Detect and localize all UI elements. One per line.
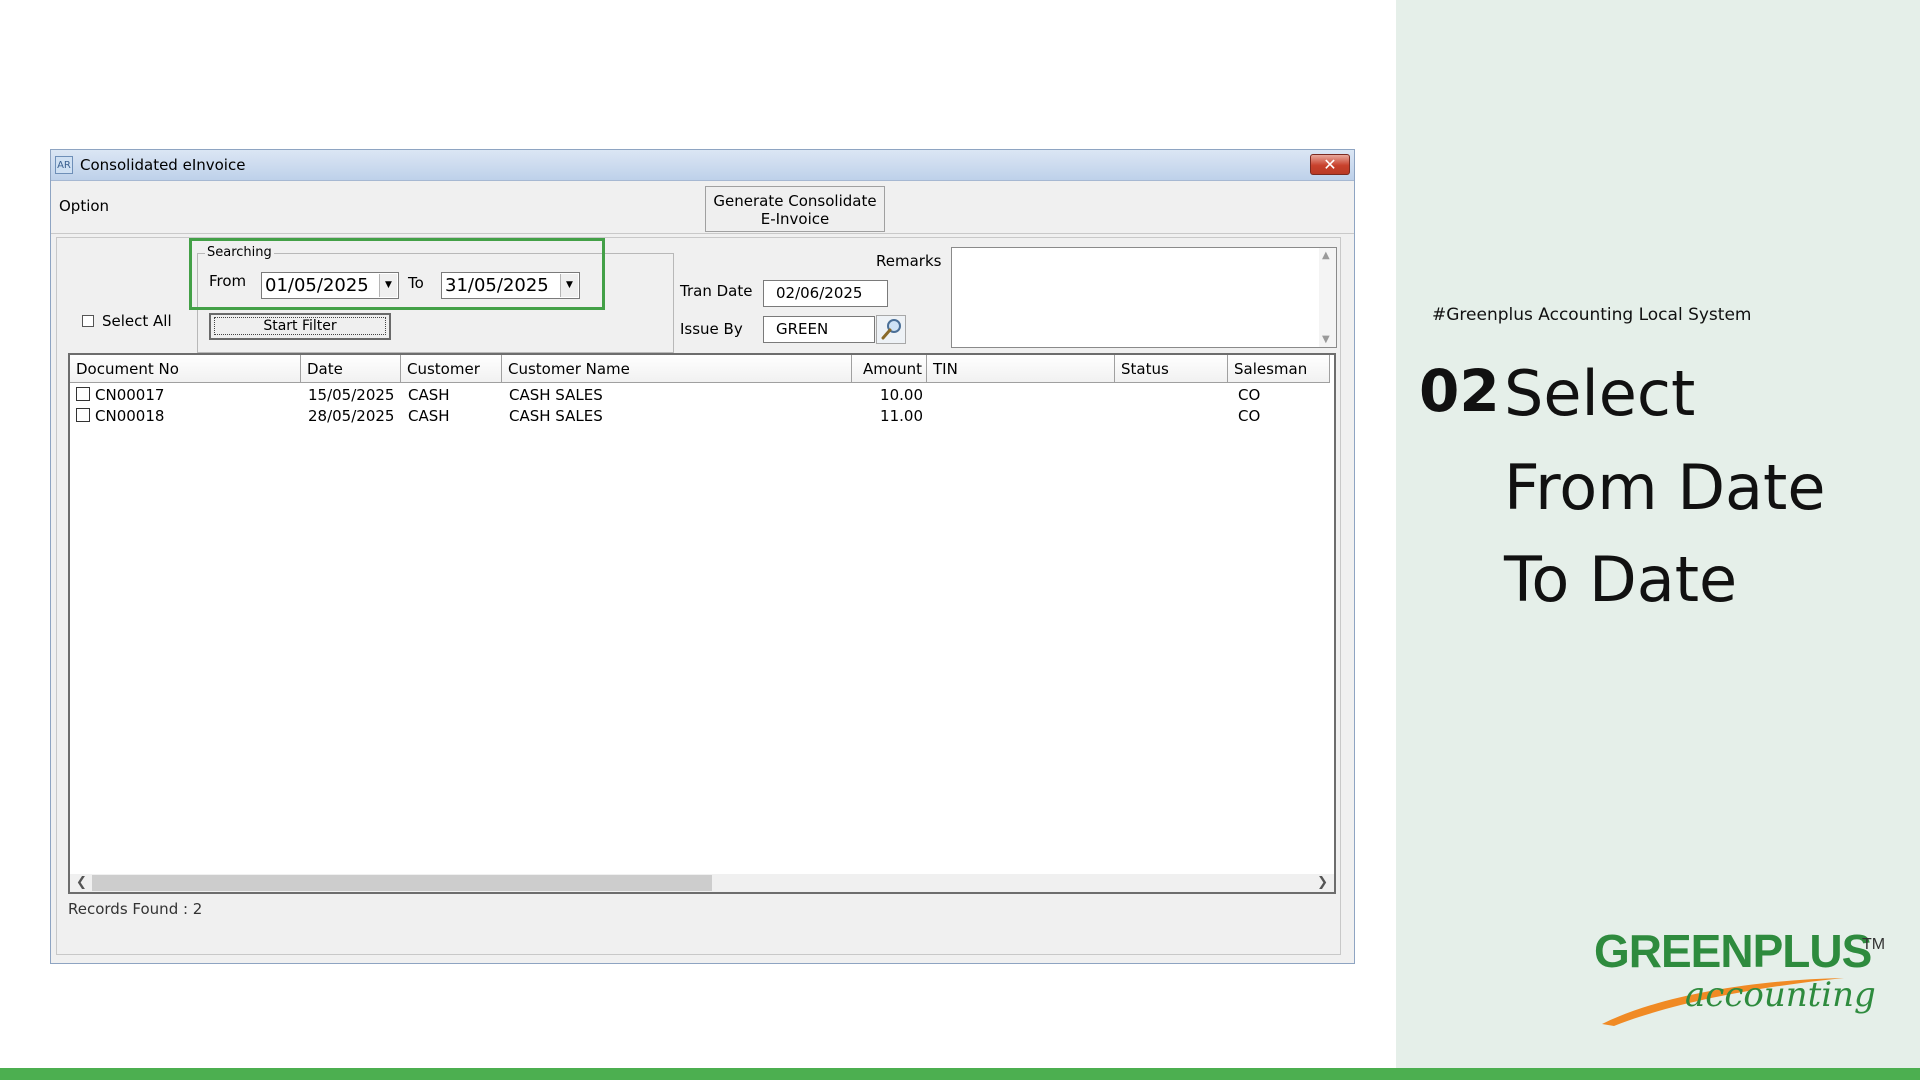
cell-salesman: CO — [1238, 407, 1261, 425]
column-header-salesman[interactable]: Salesman — [1228, 355, 1330, 383]
column-header-document-no[interactable]: Document No — [70, 355, 301, 383]
tran-date-field[interactable]: 02/06/2025 — [763, 280, 888, 307]
option-bar: Option Generate Consolidate E-Invoice — [51, 181, 1354, 234]
column-header-status[interactable]: Status — [1115, 355, 1228, 383]
generate-button-line1: Generate Consolidate — [713, 192, 877, 210]
generate-button-line2: E-Invoice — [760, 210, 830, 228]
column-header-customer[interactable]: Customer — [401, 355, 502, 383]
checkbox-box[interactable] — [82, 315, 94, 327]
close-button[interactable]: ✕ — [1310, 154, 1350, 175]
greenplus-logo: GREENPLUS TM accounting — [1594, 925, 1886, 1028]
title-bar: AR Consolidated eInvoice ✕ — [51, 150, 1354, 181]
remarks-textarea[interactable]: ▲ ▼ — [951, 247, 1337, 348]
remarks-scrollbar[interactable]: ▲ ▼ — [1319, 248, 1336, 347]
bottom-accent-bar — [0, 1068, 1920, 1080]
cell-date: 15/05/2025 — [308, 386, 395, 404]
to-date-value: 31/05/2025 — [445, 275, 549, 296]
scroll-left-icon[interactable]: ❮ — [76, 874, 87, 892]
row-checkbox[interactable] — [76, 387, 90, 401]
window-title: Consolidated eInvoice — [80, 156, 246, 174]
from-label: From — [209, 272, 247, 290]
hashtag-caption: #Greenplus Accounting Local System — [1432, 305, 1752, 325]
lookup-button[interactable] — [876, 315, 906, 344]
scroll-down-icon[interactable]: ▼ — [1322, 334, 1330, 345]
cell-customer: CASH — [408, 407, 450, 425]
issue-by-label: Issue By — [680, 320, 743, 338]
cell-salesman: CO — [1238, 386, 1261, 404]
column-header-amount[interactable]: Amount — [852, 355, 927, 383]
step-line-2: From Date — [1504, 451, 1826, 524]
cell-customer-name: CASH SALES — [509, 407, 603, 425]
step-number: 02 — [1419, 357, 1500, 425]
records-found: Records Found : 2 — [68, 900, 203, 918]
side-panel — [1396, 0, 1920, 1068]
app-icon: AR — [55, 156, 73, 174]
start-filter-button[interactable]: Start Filter — [209, 313, 391, 340]
cell-amount: 11.00 — [880, 407, 923, 425]
column-header-customer-name[interactable]: Customer Name — [502, 355, 852, 383]
documents-grid[interactable]: Document No Date Customer Customer Name … — [68, 353, 1336, 894]
scroll-right-icon[interactable]: ❯ — [1317, 874, 1328, 892]
tran-date-label: Tran Date — [680, 282, 753, 300]
from-date-field[interactable]: 01/05/2025 ▼ — [261, 272, 399, 299]
step-line-1: Select — [1504, 357, 1696, 430]
row-checkbox[interactable] — [76, 408, 90, 422]
cell-amount: 10.00 — [880, 386, 923, 404]
option-menu[interactable]: Option — [59, 197, 109, 215]
column-header-date[interactable]: Date — [301, 355, 401, 383]
magnifier-icon — [881, 319, 901, 340]
cell-customer-name: CASH SALES — [509, 386, 603, 404]
cell-document-no: CN00017 — [95, 386, 165, 404]
scroll-up-icon[interactable]: ▲ — [1322, 250, 1330, 261]
logo-brand: GREENPLUS — [1594, 925, 1872, 977]
to-date-field[interactable]: 31/05/2025 ▼ — [441, 272, 580, 299]
horizontal-scrollbar[interactable]: ❮ ❯ — [70, 874, 1334, 892]
logo-sub: accounting — [1685, 975, 1876, 1015]
step-line-3: To Date — [1504, 543, 1738, 616]
column-header-tin[interactable]: TIN — [927, 355, 1115, 383]
select-all-label: Select All — [102, 312, 172, 330]
logo-trademark: TM — [1862, 936, 1886, 953]
start-filter-label: Start Filter — [214, 317, 386, 335]
cell-date: 28/05/2025 — [308, 407, 395, 425]
chevron-down-icon[interactable]: ▼ — [379, 274, 397, 297]
to-label: To — [408, 274, 424, 292]
cell-customer: CASH — [408, 386, 450, 404]
chevron-down-icon[interactable]: ▼ — [560, 274, 578, 297]
scrollbar-thumb[interactable] — [92, 875, 712, 891]
issue-by-field[interactable]: GREEN — [763, 316, 875, 343]
remarks-label: Remarks — [876, 252, 942, 270]
generate-consolidate-einvoice-button[interactable]: Generate Consolidate E-Invoice — [705, 186, 885, 232]
select-all-checkbox[interactable]: Select All — [82, 312, 172, 330]
from-date-value: 01/05/2025 — [265, 275, 369, 296]
cell-document-no: CN00018 — [95, 407, 165, 425]
